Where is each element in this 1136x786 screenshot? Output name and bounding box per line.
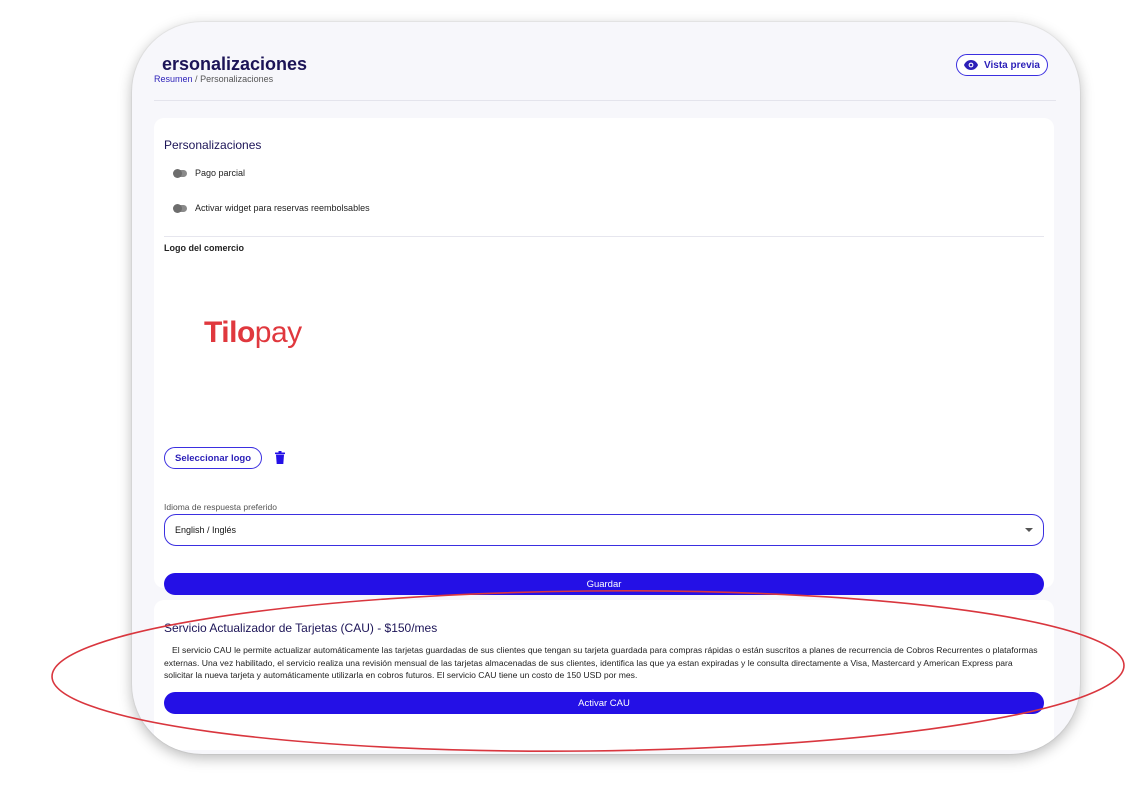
select-logo-button[interactable]: Seleccionar logo xyxy=(164,447,262,469)
preview-button[interactable]: Vista previa xyxy=(956,54,1048,76)
eye-icon xyxy=(964,60,979,70)
language-select[interactable]: English / Inglés xyxy=(164,514,1044,546)
toggle-row-partial-payment: Pago parcial xyxy=(173,168,246,178)
activate-cau-button[interactable]: Activar CAU xyxy=(164,692,1044,714)
breadcrumb-link-resumen[interactable]: Resumen xyxy=(154,74,193,84)
partial-payment-toggle[interactable] xyxy=(173,168,187,178)
app-window: ersonalizaciones Resumen / Personalizaci… xyxy=(132,22,1080,754)
save-button[interactable]: Guardar xyxy=(164,573,1044,595)
personalizations-card: Personalizaciones Pago parcial Activar w… xyxy=(154,118,1054,595)
page-title: ersonalizaciones xyxy=(162,54,308,74)
merchant-logo-text-bold: Tilo xyxy=(204,316,255,349)
chevron-down-icon xyxy=(1025,528,1033,532)
cau-title: Servicio Actualizador de Tarjetas (CAU) … xyxy=(164,621,438,635)
refundable-widget-label: Activar widget para reservas reembolsabl… xyxy=(195,203,370,213)
refundable-widget-toggle[interactable] xyxy=(173,203,187,213)
header-divider xyxy=(154,100,1056,101)
breadcrumb-current: Personalizaciones xyxy=(200,74,274,84)
breadcrumb: Resumen / Personalizaciones xyxy=(154,74,273,84)
trash-icon[interactable] xyxy=(275,451,285,464)
merchant-logo-label: Logo del comercio xyxy=(164,243,245,253)
preview-button-label: Vista previa xyxy=(984,59,1040,71)
cau-description: El servicio CAU le permite actualizar au… xyxy=(164,645,1038,680)
personalizations-title: Personalizaciones xyxy=(164,138,262,152)
merchant-logo-text-light: pay xyxy=(254,316,302,349)
cau-service-card: Servicio Actualizador de Tarjetas (CAU) … xyxy=(154,600,1054,750)
language-select-value: English / Inglés xyxy=(175,525,237,535)
breadcrumb-separator: / xyxy=(195,74,198,84)
merchant-logo: Tilopay xyxy=(204,318,302,348)
partial-payment-label: Pago parcial xyxy=(195,168,246,178)
card-divider xyxy=(164,236,1044,237)
language-label: Idioma de respuesta preferido xyxy=(164,502,277,512)
toggle-row-refundable-widget: Activar widget para reservas reembolsabl… xyxy=(173,203,370,213)
